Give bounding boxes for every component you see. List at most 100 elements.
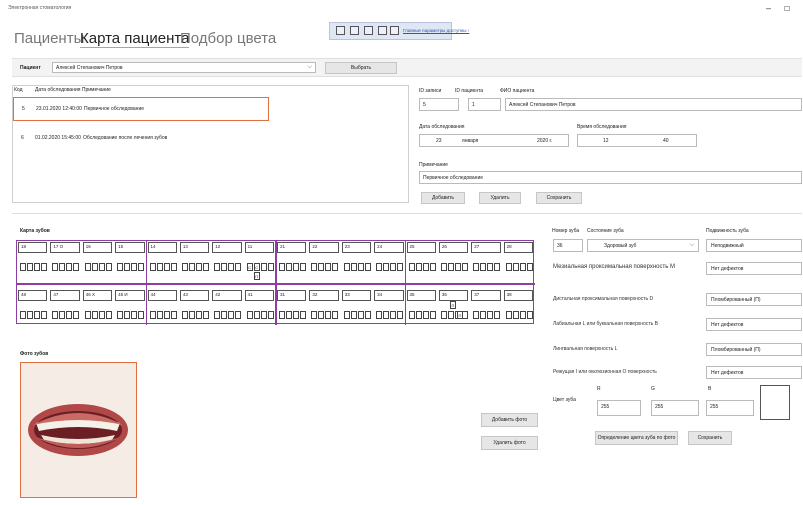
tooth-cell[interactable]: 12 bbox=[212, 242, 242, 253]
tooth-cell[interactable]: 42 bbox=[212, 290, 242, 301]
tooth-surface-square[interactable] bbox=[214, 311, 221, 319]
tooth-surface-square[interactable] bbox=[156, 263, 163, 271]
tooth-surface-square[interactable] bbox=[117, 311, 124, 319]
tooth-surface-square[interactable] bbox=[260, 311, 267, 319]
select-patient-button[interactable]: Выбрать bbox=[325, 62, 397, 74]
tooth-surface-square[interactable] bbox=[293, 311, 299, 319]
tooth-surface-square[interactable] bbox=[376, 263, 383, 271]
tab-patient-card[interactable]: Карта пациента bbox=[80, 30, 190, 48]
tooth-cell[interactable]: 23 bbox=[341, 242, 372, 253]
tooth-surface-square[interactable] bbox=[526, 311, 533, 319]
tooth-surface-square[interactable] bbox=[473, 263, 480, 271]
tooth-surface-square[interactable] bbox=[34, 263, 40, 271]
tooth-surface-square[interactable] bbox=[214, 263, 221, 271]
tooth-surface-square[interactable] bbox=[286, 263, 292, 271]
tooth-surface-square[interactable] bbox=[138, 263, 145, 271]
tab-color-match[interactable]: Подбор цвета bbox=[180, 30, 276, 47]
tooth-surface-square[interactable] bbox=[163, 263, 170, 271]
tooth-cell[interactable]: 11 bbox=[244, 242, 274, 253]
tooth-surface-square[interactable] bbox=[267, 263, 274, 271]
tooth-state-select[interactable]: Здоровый зуб ⌵ bbox=[587, 239, 699, 252]
tooth-cell[interactable]: 28 bbox=[503, 242, 533, 253]
tooth-surface-square[interactable] bbox=[260, 263, 267, 271]
tooth-surface-square[interactable] bbox=[293, 263, 299, 271]
tooth-surface-square[interactable] bbox=[246, 311, 253, 319]
tooth-surface-square[interactable] bbox=[228, 311, 235, 319]
tooth-surface-square[interactable] bbox=[364, 263, 371, 271]
tooth-surface-square[interactable] bbox=[235, 311, 242, 319]
visit-row[interactable]: 5 23.01.2020 12:40:00 Первичное обследов… bbox=[13, 97, 269, 121]
tooth-cell[interactable]: 36 bbox=[438, 290, 469, 301]
surface-select[interactable]: Нет дефектов bbox=[706, 318, 802, 331]
teeth-photo[interactable] bbox=[20, 362, 137, 498]
visit-row[interactable]: 6 01.02.2020 15:45:00 Обследование после… bbox=[13, 134, 269, 146]
tooth-surface-square[interactable] bbox=[364, 311, 371, 319]
tooth-cell[interactable]: 46 X bbox=[82, 290, 113, 301]
tooth-surface-square[interactable] bbox=[311, 311, 318, 319]
tooth-surface-square[interactable] bbox=[480, 263, 487, 271]
tooth-cell[interactable]: 13 bbox=[179, 242, 210, 253]
tooth-surface-square[interactable] bbox=[440, 311, 447, 319]
tooth-cell[interactable]: 47 bbox=[50, 290, 80, 301]
tooth-surface-square[interactable] bbox=[41, 263, 47, 271]
tooth-cell[interactable]: 44 bbox=[147, 290, 177, 301]
r-field[interactable]: 255 bbox=[597, 400, 641, 416]
tooth-surface-square[interactable] bbox=[487, 263, 494, 271]
tool-icon[interactable] bbox=[350, 26, 359, 35]
tooth-cell[interactable]: 25 bbox=[406, 242, 436, 253]
tooth-surface-square[interactable] bbox=[487, 311, 494, 319]
maximize-icon[interactable]: ☐ bbox=[784, 5, 790, 13]
tooth-surface-square[interactable] bbox=[27, 311, 33, 319]
tooth-surface-square[interactable] bbox=[279, 263, 285, 271]
tooth-surface-square[interactable] bbox=[473, 311, 480, 319]
surface-select[interactable]: Нет дефектов bbox=[706, 366, 802, 379]
tooth-cell[interactable]: 27 bbox=[471, 242, 501, 253]
detect-color-button[interactable]: Определение цвета зуба по фото bbox=[595, 431, 678, 445]
tooth-surface-square[interactable] bbox=[350, 311, 357, 319]
record-id-field[interactable]: 5 bbox=[419, 98, 459, 111]
add-photo-button[interactable]: Добавить фото bbox=[481, 413, 538, 427]
tooth-surface-square[interactable] bbox=[332, 263, 339, 271]
exam-time-picker[interactable]: 12 40 bbox=[577, 134, 697, 147]
tooth-cell[interactable]: 14 bbox=[147, 242, 177, 253]
tooth-surface-square[interactable] bbox=[505, 311, 512, 319]
tooth-surface-square[interactable] bbox=[454, 263, 461, 271]
tooth-surface-square[interactable] bbox=[221, 263, 228, 271]
tooth-surface-square[interactable] bbox=[228, 263, 235, 271]
tooth-cell[interactable]: 45 И bbox=[115, 290, 145, 301]
tooth-surface-square[interactable] bbox=[188, 263, 195, 271]
tooth-surface-square[interactable] bbox=[447, 263, 454, 271]
tooth-surface-square[interactable] bbox=[91, 263, 98, 271]
tool-icon[interactable] bbox=[378, 26, 387, 35]
tooth-surface-square[interactable] bbox=[408, 263, 415, 271]
tooth-cell[interactable]: 24 bbox=[374, 242, 404, 253]
tooth-surface-square[interactable] bbox=[383, 263, 390, 271]
tooth-surface-square[interactable] bbox=[188, 311, 195, 319]
tooth-surface-square[interactable] bbox=[124, 311, 131, 319]
tooth-surface-square[interactable] bbox=[429, 311, 436, 319]
tooth-cell[interactable]: 35 bbox=[406, 290, 436, 301]
tooth-surface-square[interactable] bbox=[124, 263, 131, 271]
tooth-surface-square[interactable] bbox=[318, 311, 325, 319]
tooth-surface-square[interactable] bbox=[91, 311, 98, 319]
tooth-surface-square[interactable] bbox=[343, 263, 350, 271]
tooth-surface-square[interactable] bbox=[397, 311, 404, 319]
tooth-surface-square[interactable] bbox=[98, 263, 105, 271]
tooth-surface-square[interactable] bbox=[279, 311, 285, 319]
tooth-surface-square[interactable] bbox=[52, 311, 59, 319]
tooth-surface-square[interactable] bbox=[512, 311, 519, 319]
tooth-surface-square[interactable] bbox=[202, 263, 209, 271]
tooth-cell[interactable]: 43 bbox=[179, 290, 210, 301]
patient-select[interactable]: Алексей Степанович Петров ⌵ bbox=[52, 62, 316, 73]
tooth-surface-square[interactable] bbox=[66, 263, 73, 271]
tooth-surface-square[interactable] bbox=[253, 311, 260, 319]
tool-icon[interactable] bbox=[364, 26, 373, 35]
save-tooth-button[interactable]: Сохранить bbox=[688, 431, 732, 445]
tooth-surface-square[interactable] bbox=[390, 263, 397, 271]
tooth-surface-square[interactable] bbox=[415, 263, 422, 271]
tooth-surface-square[interactable] bbox=[84, 311, 91, 319]
tooth-surface-square[interactable] bbox=[519, 263, 526, 271]
tooth-cell[interactable]: 48 bbox=[18, 290, 48, 301]
tool-icon[interactable] bbox=[336, 26, 345, 35]
add-record-button[interactable]: Добавить bbox=[421, 192, 465, 204]
